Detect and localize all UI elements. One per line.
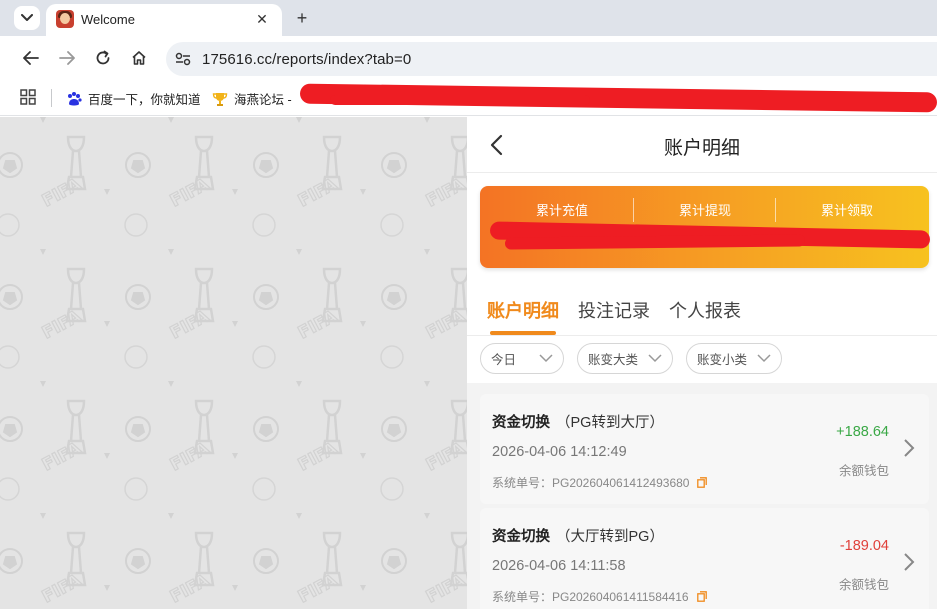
change-category-filter-select[interactable]: 账变大类 [577,343,673,374]
browser-tabstrip: Welcome ✕ + [0,0,937,36]
home-button[interactable] [128,47,150,69]
record-wallet: 余额钱包 [838,578,889,592]
home-icon [132,51,146,65]
chevron-down-icon [757,354,771,363]
bookmark-label: 海燕论坛 - [234,93,292,107]
summary-card: 累计充值 累计提现 累计领取 [480,186,931,268]
bookmark-baidu[interactable]: 百度一下，你就知道 [66,89,201,108]
summary-total-withdraw-label: 累计提现 [678,203,731,218]
record-time: 2026-04-06 14:12:49 [492,444,627,460]
chevron-down-icon [648,354,662,363]
filter-label: 账变小类 [697,353,748,367]
tab-search-button[interactable] [14,6,40,30]
url-text[interactable]: 175616.cc/reports/index?tab=0 [202,51,411,68]
summary-total-claimed-label: 累计领取 [820,203,873,218]
bookmarks-bar: 百度一下，你就知道 海燕论坛 - [0,80,937,116]
record-order: 系统单号：PG202604061412493680 [492,474,708,491]
record-tabs: 账户明细 投注记录 个人报表 [467,280,937,336]
page-title: 账户明细 [663,138,740,159]
account-details-panel: 账户明细 累计充值 累计提现 累计领取 账户明细 投注记录 个人报表 今日 账变… [467,117,937,609]
tab-close-icon[interactable]: ✕ [252,9,272,29]
record-item[interactable]: 资金切换 （PG转到大厅） 2026-04-06 14:12:49 系统单号：PG… [480,394,929,504]
record-title: 资金切换 （PG转到大厅） [492,411,664,432]
tab-bet-records[interactable]: 投注记录 [578,297,650,323]
site-favicon-icon [56,10,74,28]
filter-label: 账变大类 [588,353,639,367]
redaction-mark [330,95,590,105]
active-tab-indicator [490,331,556,335]
bookmarks-separator [51,89,52,107]
record-order-number: 系统单号：PG202604061412493680 [492,476,690,490]
filter-label: 今日 [491,353,517,367]
record-wallet: 余额钱包 [838,464,889,478]
chevron-down-icon [21,14,33,21]
apps-grid-icon[interactable] [20,89,36,105]
site-info-icon[interactable] [174,50,192,68]
record-detail: （PG转到大厅） [556,415,664,431]
summary-divider [633,198,634,222]
record-type: 资金切换 [492,415,550,431]
tab-personal-report[interactable]: 个人报表 [669,297,741,323]
arrow-right-icon [59,51,75,65]
copy-icon[interactable] [696,591,707,602]
record-order-number: 系统单号：PG202604061411584416 [492,590,689,604]
summary-total-deposit-label: 累计充值 [535,203,588,218]
tab-account-details[interactable]: 账户明细 [487,297,559,323]
chevron-right-icon [904,439,915,457]
date-filter-select[interactable]: 今日 [480,343,564,374]
redaction-mark [504,234,806,250]
record-amount: -189.04 [839,538,889,554]
record-list: 资金切换 （PG转到大厅） 2026-04-06 14:12:49 系统单号：PG… [467,383,937,609]
record-order: 系统单号：PG202604061411584416 [492,588,707,605]
reload-icon [96,50,110,65]
record-amount: +188.64 [836,424,889,440]
chevron-right-icon [904,553,915,571]
arrow-left-icon [23,51,39,65]
fifa-pattern-graphic: FIFA [0,117,467,609]
copy-icon[interactable] [697,477,708,488]
record-title: 资金切换 （大厅转到PG） [492,525,664,546]
change-subcategory-filter-select[interactable]: 账变小类 [686,343,782,374]
page-header: 账户明细 [467,117,937,173]
back-button[interactable] [20,47,42,69]
trophy-icon [212,92,228,106]
bookmark-label: 百度一下，你就知道 [88,93,201,107]
tab-title: Welcome [81,12,135,27]
record-time: 2026-04-06 14:11:58 [492,558,626,574]
new-tab-button[interactable]: + [290,6,314,30]
page-background-pattern: FIFA [0,117,467,609]
filter-bar: 今日 账变大类 账变小类 [467,337,937,383]
forward-button[interactable] [56,47,78,69]
bookmark-haiyan-forum[interactable]: 海燕论坛 - [212,89,292,108]
baidu-paw-icon [68,91,82,105]
chevron-down-icon [539,354,553,363]
browser-toolbar: 175616.cc/reports/index?tab=0 [0,36,937,80]
browser-tab-active[interactable]: Welcome ✕ [46,4,282,36]
record-type: 资金切换 [492,529,550,545]
record-item[interactable]: 资金切换 （大厅转到PG） 2026-04-06 14:11:58 系统单号：PG… [480,508,929,609]
summary-divider [775,198,776,222]
reload-button[interactable] [92,47,114,69]
address-bar[interactable]: 175616.cc/reports/index?tab=0 [166,42,937,76]
record-detail: （大厅转到PG） [556,529,664,545]
